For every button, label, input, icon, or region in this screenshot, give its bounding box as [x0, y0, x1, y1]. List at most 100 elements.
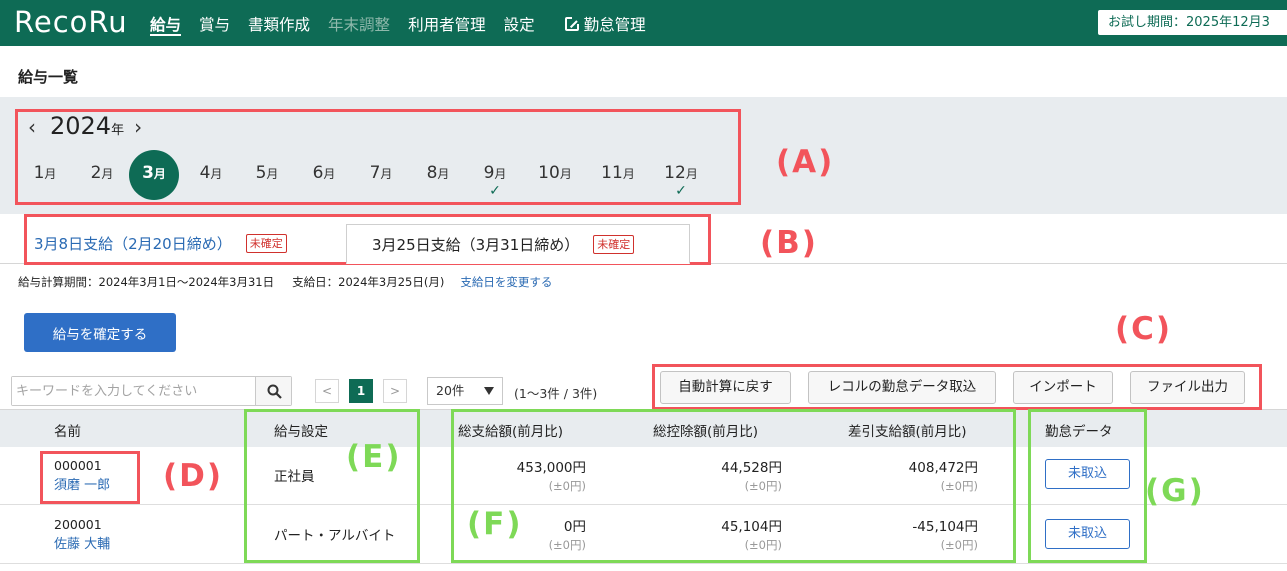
employee-name-link[interactable]: 須磨 一郎	[54, 474, 110, 493]
tab-label: 3月8日支給（2月20日締め）	[34, 235, 232, 253]
month-unit: 月	[380, 167, 393, 181]
month-number: 1	[33, 163, 45, 183]
month-item-11[interactable]: 11月	[593, 150, 643, 200]
annotation-label-f: (F)	[467, 506, 523, 542]
month-number: 3	[142, 163, 154, 183]
nav-label: 年末調整	[328, 16, 391, 34]
col-name: 名前	[54, 424, 81, 440]
net-pay: 408,472円	[908, 460, 978, 476]
month-unit: 月	[559, 167, 572, 181]
net-pay-diff: (±0円)	[940, 538, 978, 552]
month-item-8[interactable]: 8月	[413, 150, 463, 200]
attendance-not-imported-button[interactable]: 未取込	[1045, 519, 1130, 549]
month-number: 11	[601, 163, 623, 183]
annotation-label-c: (C)	[1115, 311, 1173, 347]
calc-period-text: 給与計算期間：2024年3月1日〜2024年3月31日	[18, 275, 275, 289]
top-nav-bar: RecoRu 給与 賞与 書類作成 年末調整 利用者管理 設定 勤怠管理 お試し…	[0, 0, 1287, 46]
chevron-right-icon[interactable]: ›	[134, 115, 142, 139]
col-deductions: 総控除額(前月比)	[653, 424, 759, 440]
pay-period-info: 給与計算期間：2024年3月1日〜2024年3月31日 支給日：2024年3月25…	[18, 274, 552, 290]
month-item-4[interactable]: 4月	[186, 150, 236, 200]
month-item-1[interactable]: 1月	[20, 150, 70, 200]
nav-label: 賞与	[199, 16, 231, 34]
search-input[interactable]	[12, 377, 257, 405]
net-pay-diff: (±0円)	[940, 479, 978, 493]
deductions: 44,528円	[721, 460, 782, 476]
logo-text: RecoRu	[14, 5, 128, 39]
col-net-pay: 差引支給額(前月比)	[848, 424, 967, 440]
tab-march-25-payday[interactable]: 3月25日支給（3月31日締め） 未確定	[346, 224, 690, 264]
month-item-12[interactable]: 12月 ✓	[656, 150, 706, 200]
import-button[interactable]: インポート	[1013, 371, 1113, 404]
nav-item-settings[interactable]: 設定	[504, 0, 535, 46]
gross-pay: 453,000円	[516, 460, 586, 476]
next-page-button[interactable]: >	[383, 379, 407, 403]
confirm-salary-button[interactable]: 給与を確定する	[24, 313, 176, 352]
nav-label: 書類作成	[248, 16, 311, 34]
trial-period-badge: お試し期間：2025年12月3	[1097, 9, 1287, 36]
revert-auto-calc-button[interactable]: 自動計算に戻す	[660, 371, 791, 404]
file-export-button[interactable]: ファイル出力	[1130, 371, 1245, 404]
month-unit: 月	[622, 167, 635, 181]
annotation-label-e: (E)	[346, 439, 402, 475]
table-row: 200001 佐藤 大輔 パート・アルバイト 0円 (±0円) 45,104円 …	[0, 506, 1287, 564]
external-link-icon	[564, 17, 579, 31]
change-payday-link[interactable]: 支給日を変更する	[460, 275, 552, 289]
status-badge: 未確定	[593, 235, 635, 254]
nav-item-user-management[interactable]: 利用者管理	[408, 0, 486, 46]
annotation-label-a: (A)	[776, 144, 835, 180]
month-item-6[interactable]: 6月	[299, 150, 349, 200]
employee-id: 000001	[54, 458, 102, 473]
keyword-search	[11, 376, 292, 406]
deductions-diff: (±0円)	[744, 538, 782, 552]
month-unit: 月	[685, 167, 698, 181]
col-gross-pay: 総支給額(前月比)	[458, 424, 564, 440]
per-page-select[interactable]: 20件	[427, 377, 503, 405]
search-button[interactable]	[255, 377, 291, 405]
status-badge: 未確定	[245, 234, 287, 253]
nav-item-documents[interactable]: 書類作成	[248, 0, 310, 46]
recoru-logo[interactable]: RecoRu	[14, 5, 128, 39]
month-unit: 月	[323, 167, 336, 181]
month-unit: 月	[44, 167, 57, 181]
month-item-3[interactable]: 3月	[129, 150, 179, 200]
prev-page-button[interactable]: <	[315, 379, 339, 403]
page-1-button[interactable]: 1	[349, 379, 373, 403]
employee-name-link[interactable]: 佐藤 大輔	[54, 533, 110, 552]
nav-item-salary[interactable]: 給与	[150, 0, 182, 46]
salary-setting: パート・アルバイト	[274, 528, 396, 544]
month-item-7[interactable]: 7月	[356, 150, 406, 200]
chevron-left-icon[interactable]: ‹	[28, 115, 36, 139]
month-item-9[interactable]: 9月 ✓	[470, 150, 520, 200]
month-number: 12	[664, 163, 686, 183]
pay-day-text: 支給日：2024年3月25日(月)	[292, 275, 445, 289]
nav-label: 利用者管理	[408, 16, 486, 34]
checkmark-icon: ✓	[489, 183, 501, 199]
import-recoru-attendance-button[interactable]: レコルの勤怠データ取込	[808, 371, 996, 404]
month-item-10[interactable]: 10月	[530, 150, 580, 200]
year-unit: 年	[111, 123, 125, 138]
result-count: (1〜3件 / 3件)	[514, 386, 598, 401]
col-salary-setting: 給与設定	[274, 424, 328, 440]
month-number: 6	[312, 163, 324, 183]
net-pay: -45,104円	[912, 519, 978, 535]
month-unit: 月	[266, 167, 279, 181]
tab-label: 3月25日支給（3月31日締め）	[372, 236, 580, 254]
tab-march-8-payday[interactable]: 3月8日支給（2月20日締め） 未確定	[34, 224, 287, 264]
month-item-5[interactable]: 5月	[242, 150, 292, 200]
month-item-2[interactable]: 2月	[77, 150, 127, 200]
year-label: 2024年	[50, 112, 124, 140]
deductions-diff: (±0円)	[744, 479, 782, 493]
nav-item-attendance[interactable]: 勤怠管理	[564, 0, 646, 46]
checkmark-icon: ✓	[675, 183, 687, 199]
attendance-not-imported-button[interactable]: 未取込	[1045, 459, 1130, 489]
main-nav: 給与 賞与 書類作成 年末調整 利用者管理 設定 勤怠管理	[150, 0, 664, 46]
dropdown-arrow-icon	[484, 387, 494, 395]
nav-label: 設定	[503, 16, 535, 34]
nav-label: 給与	[150, 16, 182, 34]
annotation-label-g: (G)	[1145, 473, 1205, 509]
month-number: 4	[199, 163, 211, 183]
month-unit: 月	[153, 167, 166, 181]
col-attendance-data: 勤怠データ	[1045, 424, 1113, 440]
nav-item-bonus[interactable]: 賞与	[199, 0, 230, 46]
